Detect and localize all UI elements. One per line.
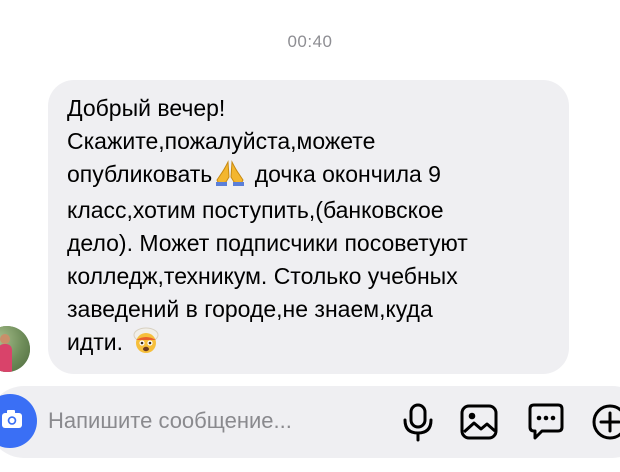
message-line-with-emoji: опубликовать дочка окончила 9: [67, 158, 551, 195]
microphone-button[interactable]: [398, 400, 438, 444]
microphone-icon: [403, 403, 433, 442]
sticker-icon: [528, 403, 564, 440]
plus-icon: [592, 404, 620, 440]
message-line: Скажите,пожалуйста,можете: [67, 127, 376, 154]
exploding-head-emoji: [132, 326, 160, 363]
folded-hands-emoji: [215, 159, 245, 195]
gallery-button[interactable]: [459, 400, 499, 444]
message-line: идти.: [67, 328, 124, 355]
message-line: дело). Может подписчики посоветуют: [67, 230, 468, 257]
sticker-button[interactable]: [526, 400, 566, 444]
camera-icon: [2, 410, 22, 428]
message-input[interactable]: Напишите сообщение...: [48, 408, 292, 434]
message-line: опубликовать: [67, 160, 213, 187]
avatar-figure: [0, 344, 12, 372]
message-timestamp: 00:40: [287, 32, 333, 51]
message-line: заведений в городе,не знаем,куда: [67, 295, 433, 322]
message-line-with-emoji: идти.: [67, 326, 551, 363]
camera-button[interactable]: [0, 394, 37, 448]
message-line: класс,хотим поступить,(банковское: [67, 197, 444, 224]
gallery-icon: [460, 404, 498, 440]
avatar-head: [0, 334, 10, 344]
message-line: колледж,техникум. Столько учебных: [67, 262, 458, 289]
message-bubble[interactable]: Добрый вечер! Скажите,пожалуйста,можете …: [48, 80, 569, 374]
plus-button[interactable]: [590, 400, 620, 444]
chat-screen: 00:40 Добрый вечер! Скажите,пожалуйста,м…: [0, 0, 620, 472]
avatar[interactable]: [0, 326, 30, 372]
message-line: Добрый вечер!: [67, 95, 226, 121]
message-line: дочка окончила 9: [254, 160, 441, 187]
